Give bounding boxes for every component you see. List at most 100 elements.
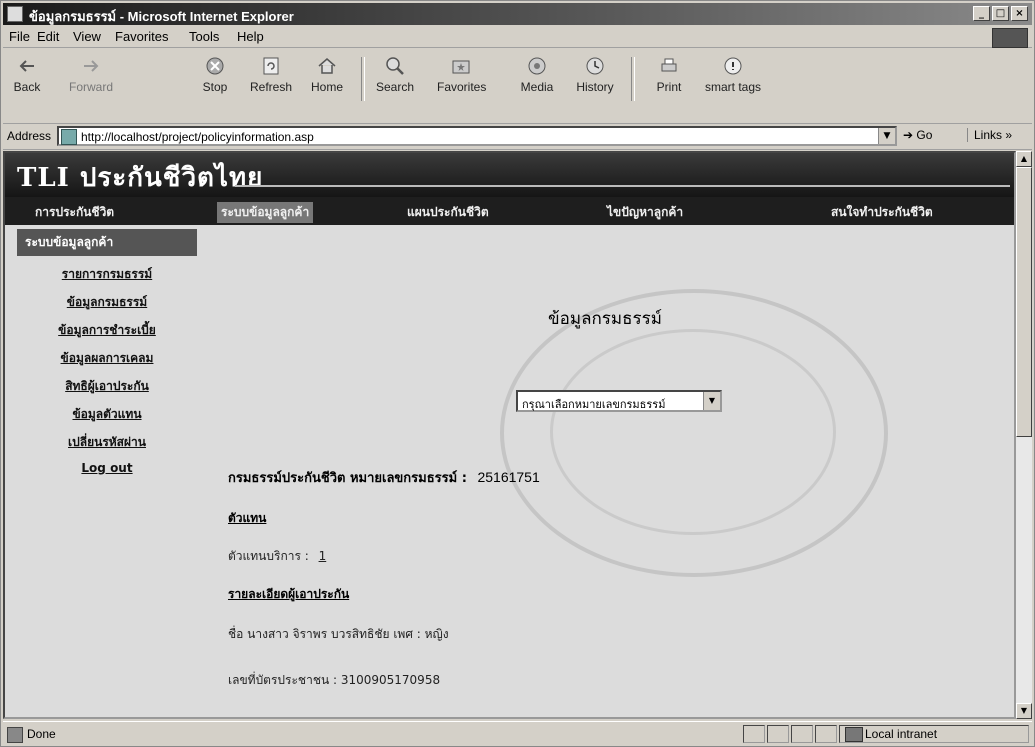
- page-icon: [61, 129, 77, 145]
- agent-field: ตัวแทนบริการ : 1: [228, 547, 326, 566]
- print-button[interactable]: Print: [645, 55, 693, 94]
- search-button[interactable]: Search: [371, 55, 419, 94]
- page-done-icon: [7, 727, 23, 743]
- vertical-scrollbar[interactable]: ▲ ▼: [1016, 151, 1032, 719]
- address-url: http://localhost/project/policyinformati…: [81, 130, 314, 144]
- menu-help[interactable]: Help: [237, 29, 264, 44]
- sidebar-item-logout[interactable]: Log out: [17, 461, 197, 475]
- history-label: History: [576, 80, 614, 94]
- media-button[interactable]: Media: [513, 55, 561, 94]
- forward-label: Forward: [68, 80, 113, 94]
- window-title: ข้อมูลกรมธรรม์ - Microsoft Internet Expl…: [29, 9, 294, 24]
- stop-icon: [206, 57, 224, 75]
- smart-tags-label: smart tags: [704, 80, 761, 94]
- policy-number-line: กรมธรรม์ประกันชีวิต หมายเลขกรมธรรม์ : 25…: [228, 467, 540, 488]
- policy-number-select[interactable]: กรุณาเลือกหมายเลขกรมธรรม์ ▼: [516, 390, 722, 412]
- sidebar-item-change-password[interactable]: เปลี่ยนรหัสผ่าน: [17, 433, 197, 452]
- back-button[interactable]: Back: [3, 55, 51, 94]
- status-cell: [791, 725, 813, 743]
- media-label: Media: [520, 80, 554, 94]
- forward-button[interactable]: Forward: [67, 55, 115, 94]
- status-cell: [767, 725, 789, 743]
- status-cell: [815, 725, 837, 743]
- minimize-button[interactable]: _: [973, 6, 990, 21]
- favorites-button[interactable]: Favorites: [437, 55, 487, 94]
- banner-divider: [235, 185, 1010, 187]
- scroll-down-icon[interactable]: ▼: [1016, 703, 1032, 719]
- history-button[interactable]: History: [571, 55, 619, 94]
- menu-edit[interactable]: Edit: [37, 29, 59, 44]
- sidebar-item-policy-list[interactable]: รายการกรมธรรม์: [17, 265, 197, 284]
- refresh-icon: [263, 57, 279, 75]
- nav-customer-system[interactable]: ระบบข้อมูลลูกค้า: [217, 202, 314, 223]
- university-seal-watermark-inner: [550, 329, 836, 535]
- toolbar-separator: [361, 57, 365, 101]
- nav-insurance-plans[interactable]: แผนประกันชีวิต: [407, 203, 489, 222]
- window-controls: _ □ ×: [973, 6, 1028, 21]
- go-label: Go: [916, 128, 933, 142]
- security-zone: Local intranet: [865, 727, 938, 741]
- policy-number-value: 25161751: [477, 469, 540, 485]
- agent-section-heading: ตัวแทน: [228, 511, 267, 525]
- favorites-label: Favorites: [437, 80, 487, 94]
- page-title: ข้อมูลกรมธรรม์: [548, 309, 662, 329]
- policy-select-value: กรุณาเลือกหมายเลขกรมธรรม์: [522, 398, 666, 411]
- page-viewport: TLI ประกันชีวิตไทย การประกันชีวิต ระบบข้…: [3, 151, 1016, 719]
- sidebar-item-policy-info[interactable]: ข้อมูลกรมธรรม์: [17, 293, 197, 312]
- nav-interested[interactable]: สนใจทำประกันชีวิต: [831, 203, 933, 222]
- browser-window: ข้อมูลกรมธรรม์ - Microsoft Internet Expl…: [0, 0, 1035, 747]
- favorites-folder-icon: [452, 60, 470, 74]
- menu-favorites[interactable]: Favorites: [115, 29, 168, 44]
- sidebar-item-agent-info[interactable]: ข้อมูลตัวแทน: [17, 405, 197, 424]
- address-bar: Address http://localhost/project/policyi…: [3, 125, 1032, 150]
- policy-number-label: กรมธรรม์ประกันชีวิต หมายเลขกรมธรรม์ :: [228, 471, 467, 486]
- site-nav: การประกันชีวิต ระบบข้อมูลลูกค้า แผนประกั…: [5, 197, 1014, 225]
- maximize-button[interactable]: □: [992, 6, 1009, 21]
- scrollbar-thumb[interactable]: [1016, 167, 1032, 437]
- go-button[interactable]: ➔ Go: [903, 128, 932, 142]
- address-label: Address: [7, 129, 52, 143]
- stop-button[interactable]: Stop: [191, 55, 239, 94]
- menu-tools[interactable]: Tools: [189, 29, 219, 44]
- site-banner: TLI ประกันชีวิตไทย: [5, 153, 1014, 197]
- sidebar-item-claim-results[interactable]: ข้อมูลผลการเคลม: [17, 349, 197, 368]
- agent-value-link[interactable]: 1: [319, 549, 327, 563]
- toolbar-separator: [631, 57, 635, 101]
- home-icon: [318, 58, 336, 74]
- insured-section-heading: รายละเอียดผู้เอาประกัน: [228, 587, 350, 601]
- local-intranet-icon: [845, 727, 863, 742]
- university-seal-watermark: [500, 289, 888, 577]
- search-icon: [386, 57, 404, 75]
- nav-customer-faq[interactable]: ไขปัญหาลูกค้า: [607, 203, 683, 222]
- refresh-button[interactable]: Refresh: [247, 55, 295, 94]
- home-button[interactable]: Home: [303, 55, 351, 94]
- sidebar-heading: ระบบข้อมูลลูกค้า: [17, 229, 197, 256]
- title-bar: ข้อมูลกรมธรรม์ - Microsoft Internet Expl…: [3, 3, 1032, 25]
- nav-life-insurance[interactable]: การประกันชีวิต: [35, 203, 114, 222]
- sidebar-item-insured-rights[interactable]: สิทธิผู้เอาประกัน: [17, 377, 197, 396]
- back-arrow-icon: [19, 60, 34, 72]
- chevron-down-icon[interactable]: ▼: [703, 392, 720, 410]
- sidebar-item-premium-payment[interactable]: ข้อมูลการชำระเบี้ย: [17, 321, 197, 340]
- print-label: Print: [656, 80, 682, 94]
- menu-file[interactable]: File: [9, 29, 30, 44]
- address-input[interactable]: http://localhost/project/policyinformati…: [57, 126, 897, 146]
- smart-tags-button[interactable]: smart tags: [701, 55, 765, 94]
- menu-bar: File Edit View Favorites Tools Help: [3, 27, 1032, 48]
- status-bar: Done Local intranet: [3, 721, 1032, 746]
- chevron-down-icon[interactable]: ▼: [878, 128, 895, 144]
- media-icon: [528, 57, 546, 75]
- scroll-up-icon[interactable]: ▲: [1016, 151, 1032, 167]
- menu-view[interactable]: View: [73, 29, 101, 44]
- links-button[interactable]: Links »: [967, 128, 1012, 142]
- search-label: Search: [375, 80, 415, 94]
- history-icon: [586, 57, 604, 75]
- smart-tags-icon: [724, 57, 742, 75]
- sidebar: ระบบข้อมูลลูกค้า รายการกรมธรรม์ ข้อมูลกร…: [17, 229, 197, 475]
- close-button[interactable]: ×: [1011, 6, 1028, 21]
- insured-id-line: เลขที่บัตรประชาชน : 3100905170958: [228, 673, 441, 687]
- forward-arrow-icon: [84, 60, 99, 72]
- ie-logo-icon: [992, 28, 1028, 48]
- ie-page-icon: [7, 6, 23, 22]
- toolbar: Back Forward Stop Refresh Home Search Fa…: [3, 49, 1032, 124]
